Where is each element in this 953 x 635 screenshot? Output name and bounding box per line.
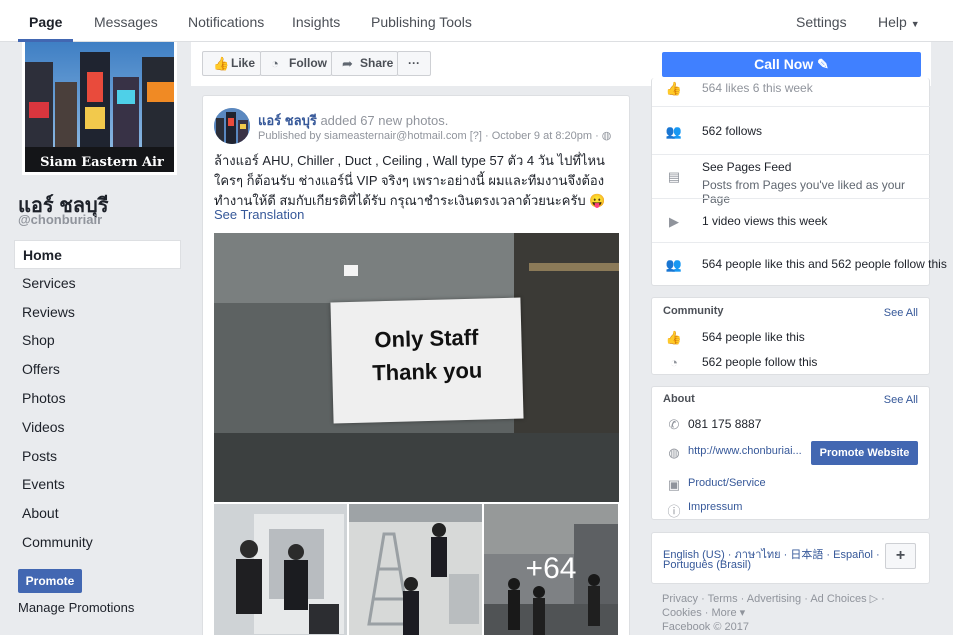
people-icon: 👥 — [665, 124, 683, 139]
feed-icon: ▤ — [667, 169, 681, 184]
more-options-button[interactable]: ··· — [397, 51, 431, 76]
technician-photo-2 — [349, 504, 482, 635]
tab-messages[interactable]: Messages — [94, 0, 158, 42]
post-text: ล้างแอร์ AHU, Chiller , Duct , Ceiling ,… — [214, 153, 606, 208]
call-now-button[interactable]: Call Now ✎ — [662, 52, 921, 77]
nav-item-community[interactable]: Community — [14, 528, 181, 557]
post-thumbnail-1[interactable] — [214, 504, 347, 635]
divider — [652, 154, 931, 155]
post-card: แอร์ ชลบุรี added 67 new photos. Publish… — [202, 95, 630, 635]
category-link[interactable]: Product/Service — [688, 477, 766, 489]
about-see-all[interactable]: See All — [884, 394, 918, 406]
tab-notifications[interactable]: Notifications — [188, 0, 264, 42]
like-label: Like — [231, 56, 256, 70]
avatar-image — [214, 108, 250, 144]
page-handle[interactable]: @chonburiair — [18, 212, 102, 227]
nav-item-events[interactable]: Events — [14, 470, 181, 499]
caret-down-icon: ▼ — [910, 19, 920, 29]
rss-icon: ◔ — [670, 355, 678, 370]
like-button[interactable]: 👍 Like — [202, 51, 261, 76]
promote-button[interactable]: Promote — [18, 569, 82, 593]
nav-item-reviews[interactable]: Reviews — [14, 298, 181, 327]
community-card: Community See All 👍 564 people like this … — [651, 297, 930, 375]
people-icon: 👥 — [665, 257, 683, 272]
globe-icon: ◍ — [601, 130, 612, 142]
briefcase-icon: ▣ — [667, 477, 681, 492]
about-card: About See All ✆ 081 175 8887 ◍ http://www.… — [651, 386, 930, 520]
post-main-photo[interactable]: Only Staff Thank you — [214, 233, 619, 502]
about-title: About — [663, 393, 695, 405]
nav-item-about[interactable]: About — [14, 499, 181, 528]
language-list-2[interactable]: Português (Brasil) — [663, 559, 751, 571]
globe-icon: ◍ — [668, 445, 680, 460]
manage-promotions-link[interactable]: Manage Promotions — [18, 600, 134, 615]
published-by: Published by siameasternair@hotmail.com — [258, 130, 467, 142]
profile-photo[interactable]: Siam Eastern Air — [22, 42, 177, 175]
nav-item-shop[interactable]: Shop — [14, 326, 181, 355]
thumbs-up-icon: 👍 — [213, 56, 230, 71]
language-card: English (US) · ภาษาไทย · 日本語 · Español ·… — [651, 532, 930, 584]
post-thumbnail-3[interactable]: +64 — [484, 504, 618, 635]
post-meta: Published by siameasternair@hotmail.com … — [258, 130, 612, 142]
nav-item-photos[interactable]: Photos — [14, 384, 181, 413]
tab-insights[interactable]: Insights — [292, 0, 340, 42]
nav-item-services[interactable]: Services — [14, 269, 181, 298]
share-label: Share — [360, 56, 394, 70]
sign-line-1: Only Staff — [374, 324, 479, 353]
tab-publishing-tools[interactable]: Publishing Tools — [371, 0, 472, 42]
sign-line-2: Thank you — [371, 357, 483, 386]
tab-page[interactable]: Page — [18, 0, 74, 42]
info-icon: ⓘ — [667, 504, 681, 519]
post-date[interactable]: October 9 at 8:20pm — [492, 130, 592, 142]
share-arrow-icon: ➦ — [342, 56, 353, 71]
tab-help[interactable]: Help ▼ — [878, 0, 920, 42]
city-photo: Siam Eastern Air — [25, 42, 174, 172]
only-staff-sign: Only Staff Thank you — [330, 297, 524, 424]
community-see-all[interactable]: See All — [884, 307, 918, 319]
rss-icon: ◔ — [271, 56, 279, 71]
post-avatar[interactable] — [214, 108, 250, 144]
cover-caption: Siam Eastern Air — [40, 155, 164, 170]
share-button[interactable]: ➦ Share — [331, 51, 398, 76]
post-header: แอร์ ชลบุรี added 67 new photos. — [258, 110, 448, 131]
see-translation-link[interactable]: See Translation — [214, 207, 304, 222]
divider — [652, 242, 931, 243]
follow-button[interactable]: ◔ Follow — [260, 51, 332, 76]
call-now-label: Call Now — [754, 56, 814, 72]
likes-icon: 👍 — [665, 81, 683, 96]
website-link[interactable]: http://www.chonburiai... — [688, 445, 802, 457]
add-language-button[interactable]: + — [885, 543, 916, 569]
nav-item-home[interactable]: Home — [14, 240, 181, 269]
post-action: added 67 new photos. — [320, 113, 449, 128]
page-stats-card: 👍 564 likes 6 this week 👥 562 follows ▤ See… — [651, 78, 947, 286]
left-nav: Home Services Reviews Shop Offers Photos… — [14, 240, 181, 557]
nav-item-offers[interactable]: Offers — [14, 355, 181, 384]
divider — [652, 106, 931, 107]
footer-links-2[interactable]: Cookies · More ▾ — [662, 606, 932, 620]
more-photos-count[interactable]: +64 — [484, 552, 618, 586]
footer-links-1[interactable]: Privacy · Terms · Advertising · Ad Choic… — [662, 592, 932, 606]
pencil-icon: ✎ — [817, 56, 829, 72]
help-qmark[interactable]: [?] — [470, 130, 482, 142]
top-tab-bar: Page Messages Notifications Insights Pub… — [0, 0, 953, 42]
post-author-name[interactable]: แอร์ ชลบุรี — [258, 113, 317, 128]
divider — [652, 198, 931, 199]
follow-label: Follow — [289, 56, 327, 70]
promote-website-button[interactable]: Promote Website — [811, 441, 918, 465]
technician-photo-1 — [214, 504, 347, 635]
footer-copyright: Facebook © 2017 — [662, 621, 749, 633]
nav-item-posts[interactable]: Posts — [14, 442, 181, 471]
phone-icon: ✆ — [668, 417, 680, 432]
nav-item-videos[interactable]: Videos — [14, 413, 181, 442]
community-title: Community — [663, 305, 724, 317]
footer: Privacy · Terms · Advertising · Ad Choic… — [662, 592, 932, 634]
thumbs-up-icon: 👍 — [665, 330, 683, 345]
post-thumbnail-2[interactable] — [349, 504, 482, 635]
impressum-link[interactable]: Impressum — [688, 501, 742, 513]
tab-settings[interactable]: Settings — [796, 0, 847, 42]
help-label: Help — [878, 14, 907, 30]
video-camera-icon: ▶ — [669, 214, 679, 229]
